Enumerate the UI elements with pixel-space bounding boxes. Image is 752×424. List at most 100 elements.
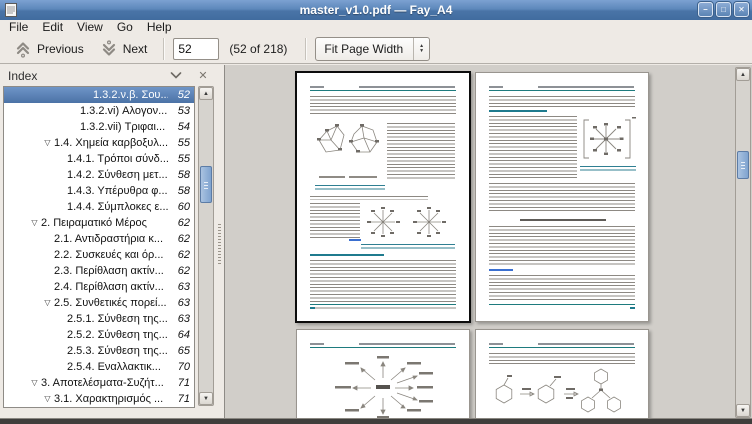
page-thumbnail-3[interactable] [296,329,470,418]
next-label: Next [123,42,148,56]
grip-dots-icon [218,224,221,266]
menu-item-file[interactable]: File [2,20,35,34]
index-tree: 1.3.2.ν.β. Σου...521.3.2.vi) Αλογον...53… [3,86,195,408]
next-icon [100,40,118,58]
index-entry[interactable]: 1.3.2.vi) Αλογον...53 [4,103,194,119]
index-entry-label: 1.4.1. Τρόποι σύνδ... [67,153,168,165]
previous-label: Previous [37,42,84,56]
index-entry[interactable]: ▽3.1. Χαρακτηρισμός ...71 [4,391,194,407]
index-entry-label: 1.3.2.vi) Αλογον... [80,105,168,117]
index-entry-page: 71 [168,393,190,405]
sidebar-selector[interactable]: Index [0,69,194,83]
section-heading [310,254,384,256]
main-scrollbar[interactable]: ▲ ▼ [735,67,751,418]
scroll-up-button[interactable]: ▲ [736,68,750,81]
index-entry-page: 55 [168,137,190,149]
page-thumbnail-2[interactable] [475,72,649,322]
scrollbar-thumb[interactable] [737,151,749,179]
close-button[interactable]: ✕ [734,2,749,17]
expander-icon[interactable]: ▽ [41,391,54,407]
equation [520,219,606,221]
toolbar: Previous Next (52 of 218) Fit Page Width… [0,34,752,64]
page-number-input[interactable] [173,38,219,60]
index-entry[interactable]: 1.4.3. Υπέρυθρα φ...58 [4,183,194,199]
figure-caption [580,166,636,173]
page-count-label: (52 of 218) [229,42,287,56]
expander-icon[interactable]: ▽ [28,375,41,391]
index-entry-label: 2.1. Αντιδραστήρια κ... [54,233,168,245]
index-entry-label: 1.4.2. Σύνθεση μετ... [67,169,168,181]
index-entry[interactable]: 1.4.1. Τρόποι σύνδ...55 [4,151,194,167]
minimize-button[interactable]: – [698,2,713,17]
sidebar-close-button[interactable]: ✕ [194,69,212,82]
index-entry-page: 58 [168,185,190,197]
index-entry[interactable]: 2.5.3. Σύνθεση της...65 [4,343,194,359]
expander-icon[interactable]: ▽ [41,295,54,311]
chevron-down-icon [170,72,182,79]
window-title: master_v1.0.pdf — Fay_A4 [0,0,752,20]
title-bar[interactable]: master_v1.0.pdf — Fay_A4 – □ ✕ [0,0,752,21]
index-entry[interactable]: 1.4.4. Σύμπλοκες ε...60 [4,199,194,215]
scroll-up-button[interactable]: ▲ [199,87,213,100]
menu-item-go[interactable]: Go [110,20,140,34]
index-entry-label: 2.5.4. Εναλλακτικ... [67,361,168,373]
index-entry-page: 64 [168,329,190,341]
index-entry-page: 62 [168,249,190,261]
index-entry[interactable]: ▽3. Αποτελέσματα-Συζήτ...71 [4,375,194,391]
index-entry-label: 2.2. Συσκευές και όρ... [54,249,168,261]
molecule-figure [580,115,638,163]
text-lines [387,123,455,181]
index-entry[interactable]: ▽2.5. Συνθετικές πορεί...63 [4,295,194,311]
figure-caption [361,244,455,251]
sidebar: Index ✕ 1.3.2.ν.β. Σου...521.3.2.vi) Αλο… [0,65,216,418]
expander-icon[interactable]: ▽ [41,135,54,151]
index-entry[interactable]: 2.4. Περίθλαση ακτίν...63 [4,279,194,295]
index-entry[interactable]: 1.3.2.vii) Τριφαι...54 [4,119,194,135]
index-entry[interactable]: 2.5.2. Σύνθεση της...64 [4,327,194,343]
zoom-select-value: Fit Page Width [324,42,403,56]
index-entry[interactable]: ▽1.4. Χημεία καρβοξυλ...55 [4,135,194,151]
scroll-down-button[interactable]: ▼ [199,392,213,405]
index-entry-label: 3.1. Χαρακτηρισμός ... [54,393,168,405]
index-entry-page: 58 [168,169,190,181]
index-entry[interactable]: 2.5.1. Σύνθεση της...63 [4,311,194,327]
reaction-scheme [488,366,636,416]
sidebar-selector-label: Index [8,69,37,83]
index-entry-label: 2.5.3. Σύνθεση της... [67,345,168,357]
index-entry[interactable]: 2.1. Αντιδραστήρια κ...62 [4,231,194,247]
index-entry-label: 1.3.2.vii) Τριφαι... [80,121,168,133]
index-entry[interactable]: ▽2. Πειραματικό Μέρος62 [4,215,194,231]
spinner-icon: ▲▼ [413,38,429,60]
page-thumbnail-1[interactable] [295,71,471,323]
text-lines [310,96,456,114]
next-button[interactable]: Next [92,37,156,61]
index-entry-page: 65 [168,345,190,357]
menu-item-help[interactable]: Help [140,20,179,34]
index-entry-page: 52 [168,89,190,101]
zoom-select[interactable]: Fit Page Width ▲▼ [315,37,430,61]
molecule-figure [363,202,457,242]
index-entry[interactable]: 2.5.4. Εναλλακτικ...70 [4,359,194,375]
index-entry-page: 70 [168,361,190,373]
section-heading [489,110,547,112]
page-thumbnail-4[interactable] [475,329,649,418]
index-entry-page: 63 [168,281,190,293]
index-entry-label: 2.5.1. Σύνθεση της... [67,313,168,325]
index-entry-label: 1.4. Χημεία καρβοξυλ... [54,137,168,149]
scrollbar-thumb[interactable] [200,166,212,203]
index-entry[interactable]: 2.3. Περίθλαση ακτίν...62 [4,263,194,279]
sidebar-scrollbar[interactable]: ▲ ▼ [198,86,214,406]
menu-item-view[interactable]: View [70,20,110,34]
index-entry[interactable]: 1.4.2. Σύνθεση μετ...58 [4,167,194,183]
index-entry-label: 1.3.2.ν.β. Σου... [93,89,168,101]
index-entry[interactable]: 1.3.2.ν.β. Σου...52 [4,87,194,103]
previous-button[interactable]: Previous [6,37,92,61]
maximize-button[interactable]: □ [716,2,731,17]
pane-resize-handle[interactable] [216,65,224,418]
menu-item-edit[interactable]: Edit [35,20,70,34]
thumbnails-view: ▲ ▼ [224,65,752,418]
index-entry-page: 60 [168,201,190,213]
scroll-down-button[interactable]: ▼ [736,404,750,417]
index-entry[interactable]: 2.2. Συσκευές και όρ...62 [4,247,194,263]
expander-icon[interactable]: ▽ [28,215,41,231]
